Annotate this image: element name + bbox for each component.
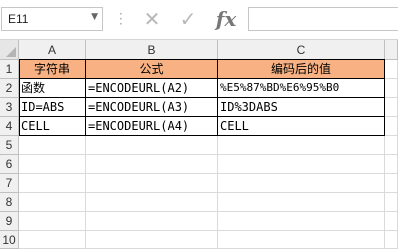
cell[interactable]	[385, 193, 398, 212]
cell[interactable]	[385, 136, 398, 155]
row-header-1[interactable]: 1	[0, 60, 19, 79]
cell[interactable]	[19, 231, 86, 249]
cell[interactable]	[86, 193, 218, 212]
cell[interactable]	[385, 117, 398, 136]
column-header-a[interactable]: A	[19, 40, 86, 60]
column-header-b[interactable]: B	[86, 40, 218, 60]
spreadsheet-grid: A B C 1 2 3 4 5 6 7 8 9 10 字符串 公式 编码后的值 …	[0, 40, 398, 249]
row-header-7[interactable]: 7	[0, 174, 19, 193]
table-cell[interactable]: =ENCODEURL(A3)	[86, 98, 218, 117]
row-header-8[interactable]: 8	[0, 193, 19, 212]
row-header-10[interactable]: 10	[0, 231, 19, 249]
cell[interactable]	[385, 174, 398, 193]
table-cell[interactable]: ID=ABS	[19, 98, 86, 117]
row-header-3[interactable]: 3	[0, 98, 19, 117]
cell[interactable]	[86, 231, 218, 249]
cell[interactable]	[218, 174, 385, 193]
row-header-4[interactable]: 4	[0, 117, 19, 136]
table-border	[19, 59, 385, 60]
select-all-icon	[6, 47, 16, 57]
table-cell[interactable]: CELL	[218, 117, 385, 136]
select-all-button[interactable]	[0, 40, 19, 60]
table-cell[interactable]: =ENCODEURL(A2)	[86, 79, 218, 98]
cell[interactable]	[19, 193, 86, 212]
table-cell[interactable]: =ENCODEURL(A4)	[86, 117, 218, 136]
cell[interactable]	[385, 155, 398, 174]
formula-bar: E11 ▼ · · · ✕ ✓ fx	[0, 0, 398, 40]
table-cell[interactable]: 函数	[19, 79, 86, 98]
enter-icon[interactable]: ✓	[173, 7, 203, 31]
table-header-cell[interactable]: 编码后的值	[218, 60, 385, 79]
cell[interactable]	[218, 155, 385, 174]
cell[interactable]	[86, 212, 218, 231]
column-header-c[interactable]: C	[218, 40, 385, 60]
cell[interactable]	[19, 174, 86, 193]
name-box[interactable]: E11 ▼	[1, 7, 103, 31]
cell[interactable]	[385, 98, 398, 117]
row-header-6[interactable]: 6	[0, 155, 19, 174]
cell[interactable]	[19, 136, 86, 155]
cell[interactable]	[218, 212, 385, 231]
column-header-d[interactable]	[385, 40, 398, 60]
cell[interactable]	[218, 193, 385, 212]
table-cell[interactable]: %E5%87%BD%E6%95%B0	[218, 79, 385, 98]
cell[interactable]	[385, 231, 398, 249]
table-header-cell[interactable]: 字符串	[19, 60, 86, 79]
cell[interactable]	[218, 231, 385, 249]
row-header-5[interactable]: 5	[0, 136, 19, 155]
cell[interactable]	[385, 212, 398, 231]
table-header-cell[interactable]: 公式	[86, 60, 218, 79]
row-header-2[interactable]: 2	[0, 79, 19, 98]
cell[interactable]	[19, 212, 86, 231]
cell[interactable]	[86, 174, 218, 193]
table-cell[interactable]: CELL	[19, 117, 86, 136]
cell[interactable]	[385, 60, 398, 79]
row-header-9[interactable]: 9	[0, 212, 19, 231]
cancel-icon[interactable]: ✕	[137, 7, 167, 31]
fx-icon: fx	[215, 7, 237, 31]
table-cell[interactable]: ID%3DABS	[218, 98, 385, 117]
grip-handle-icon[interactable]: · · ·	[119, 8, 123, 30]
table-border	[19, 59, 20, 136]
insert-function-button[interactable]: fx	[211, 7, 241, 31]
cell[interactable]	[86, 136, 218, 155]
cell[interactable]	[19, 155, 86, 174]
cell[interactable]	[86, 155, 218, 174]
name-box-value: E11	[8, 12, 29, 26]
chevron-down-icon[interactable]: ▼	[91, 12, 98, 22]
cell[interactable]	[385, 79, 398, 98]
formula-input[interactable]	[248, 7, 398, 31]
cell[interactable]	[218, 136, 385, 155]
